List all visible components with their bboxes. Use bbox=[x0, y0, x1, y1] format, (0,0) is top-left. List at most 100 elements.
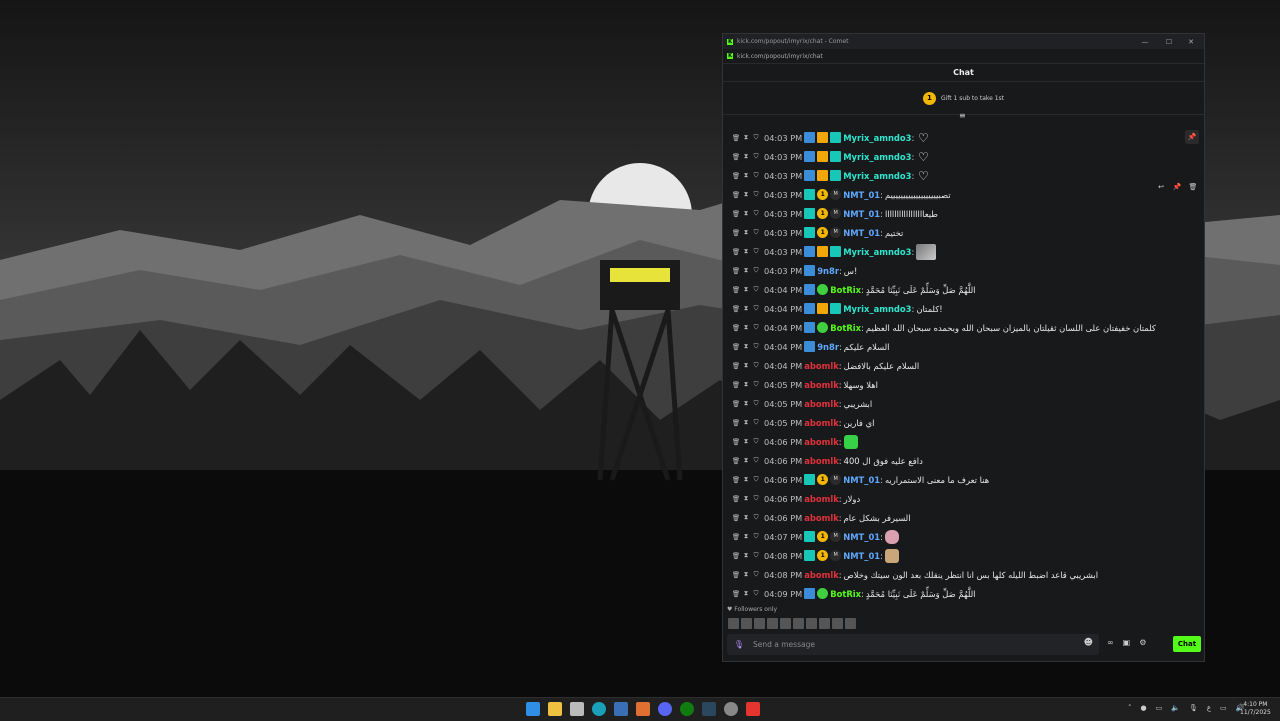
chat-message[interactable]: 🗑 ⧗ ⛉ 04:04 PM BotRix: اللَّهُمَّ صَلِّ وَسَل… bbox=[723, 280, 1193, 299]
message-list[interactable]: 🗑 ⧗ ⛉ 04:03 PM Myrix_amndo3: ♡ 🗑 ⧗ ⛉ 04:03 PM Myri… bbox=[723, 128, 1193, 608]
hourglass-icon[interactable]: ⧗ bbox=[741, 513, 751, 522]
hourglass-icon[interactable]: ⧗ bbox=[741, 475, 751, 484]
pin-message-icon[interactable]: 📌 bbox=[1170, 181, 1184, 193]
trash-icon[interactable]: 🗑 bbox=[731, 571, 741, 579]
hourglass-icon[interactable]: ⧗ bbox=[741, 171, 751, 180]
trash-icon[interactable]: 🗑 bbox=[731, 172, 741, 180]
message-username[interactable]: abomlk bbox=[804, 437, 839, 447]
emote-icon[interactable] bbox=[806, 618, 817, 629]
hourglass-icon[interactable]: ⧗ bbox=[741, 532, 751, 541]
shield-icon[interactable]: ⛉ bbox=[751, 152, 761, 161]
trash-icon[interactable]: 🗑 bbox=[731, 552, 741, 560]
hourglass-icon[interactable]: ⧗ bbox=[741, 494, 751, 503]
chat-message[interactable]: 🗑 ⧗ ⛉ 04:08 PM abomlk: ابشريبي قاعد اضبط اللي… bbox=[723, 565, 1193, 584]
emote-icon[interactable] bbox=[754, 618, 765, 629]
mic-icon[interactable]: 🎙 bbox=[733, 639, 745, 651]
trash-icon[interactable]: 🗑 bbox=[731, 457, 741, 465]
language-indicator[interactable]: ع bbox=[1207, 704, 1211, 712]
chat-message[interactable]: 🗑 ⧗ ⛉ 04:07 PM 1 M NMT_01: bbox=[723, 527, 1193, 546]
shield-icon[interactable]: ⛉ bbox=[751, 190, 761, 199]
emote-icon[interactable] bbox=[819, 618, 830, 629]
chat-message[interactable]: 🗑 ⧗ ⛉ 04:04 PM Myrix_amndo3: كلمتان! bbox=[723, 299, 1193, 318]
shield-icon[interactable]: ⛉ bbox=[751, 418, 761, 427]
message-username[interactable]: Myrix_amndo3 bbox=[843, 247, 911, 257]
shield-icon[interactable]: ⛉ bbox=[751, 361, 761, 370]
shield-icon[interactable]: ⛉ bbox=[751, 171, 761, 180]
trash-icon[interactable]: 🗑 bbox=[731, 400, 741, 408]
comet-browser-icon[interactable] bbox=[724, 702, 738, 716]
shield-icon[interactable]: ⛉ bbox=[751, 551, 761, 560]
hourglass-icon[interactable]: ⧗ bbox=[741, 285, 751, 294]
tray-app-icon[interactable]: ● bbox=[1141, 704, 1147, 712]
emote-icon[interactable] bbox=[793, 618, 804, 629]
close-button[interactable]: ✕ bbox=[1180, 34, 1202, 49]
start-icon[interactable] bbox=[526, 702, 540, 716]
shield-icon[interactable]: ⛉ bbox=[751, 456, 761, 465]
shield-icon[interactable]: ⛉ bbox=[751, 228, 761, 237]
hourglass-icon[interactable]: ⧗ bbox=[741, 456, 751, 465]
message-username[interactable]: 9n8r bbox=[817, 342, 839, 352]
hourglass-icon[interactable]: ⧗ bbox=[741, 361, 751, 370]
chat-message[interactable]: 🗑 ⧗ ⛉ 04:03 PM 1 M NMT_01: تصبييييييييييييييييي… bbox=[723, 185, 1193, 204]
message-username[interactable]: abomlk bbox=[804, 380, 839, 390]
shield-icon[interactable]: ⛉ bbox=[751, 494, 761, 503]
monitor-icon[interactable]: ▭ bbox=[1220, 704, 1227, 712]
chat-message[interactable]: 🗑 ⧗ ⛉ 04:04 PM abomlk: السلام عليكم بالافضل bbox=[723, 356, 1193, 375]
chat-message[interactable]: 🗑 ⧗ ⛉ 04:05 PM abomlk: اي فارين bbox=[723, 413, 1193, 432]
hourglass-icon[interactable]: ⧗ bbox=[741, 437, 751, 446]
chat-message[interactable]: 🗑 ⧗ ⛉ 04:09 PM BotRix: اللَّهُمَّ صَلِّ وَسَل… bbox=[723, 584, 1193, 603]
xbox-icon[interactable] bbox=[680, 702, 694, 716]
shield-icon[interactable]: ⛉ bbox=[751, 209, 761, 218]
gift-icon[interactable]: ▣ bbox=[1123, 638, 1131, 647]
chat-message[interactable]: 🗑 ⧗ ⛉ 04:03 PM Myrix_amndo3: bbox=[723, 242, 1193, 261]
trash-icon[interactable]: 🗑 bbox=[731, 153, 741, 161]
calendar-icon[interactable] bbox=[570, 702, 584, 716]
trash-icon[interactable]: 🗑 bbox=[731, 191, 741, 199]
shield-icon[interactable]: ⛉ bbox=[751, 513, 761, 522]
chat-message[interactable]: 🗑 ⧗ ⛉ 04:06 PM abomlk: دافع عليه فوق ال 400 bbox=[723, 451, 1193, 470]
trash-icon[interactable]: 🗑 bbox=[731, 286, 741, 294]
shield-icon[interactable]: ⛉ bbox=[751, 266, 761, 275]
trash-icon[interactable]: 🗑 bbox=[731, 495, 741, 503]
message-username[interactable]: NMT_01 bbox=[843, 209, 880, 219]
shield-icon[interactable]: ⛉ bbox=[751, 437, 761, 446]
shield-icon[interactable]: ⛉ bbox=[751, 133, 761, 142]
emote-icon[interactable] bbox=[767, 618, 778, 629]
chat-message[interactable]: 🗑 ⧗ ⛉ 04:04 PM BotRix: كلمتان خفيفتان على الل… bbox=[723, 318, 1193, 337]
message-username[interactable]: abomlk bbox=[804, 494, 839, 504]
chat-message[interactable]: 🗑 ⧗ ⛉ 04:04 PM 9n8r: السلام عليكم bbox=[723, 337, 1193, 356]
trash-icon[interactable]: 🗑 bbox=[731, 267, 741, 275]
shield-icon[interactable]: ⛉ bbox=[751, 475, 761, 484]
trash-icon[interactable]: 🗑 bbox=[731, 514, 741, 522]
trash-icon[interactable]: 🗑 bbox=[731, 210, 741, 218]
message-username[interactable]: NMT_01 bbox=[843, 190, 880, 200]
message-username[interactable]: NMT_01 bbox=[843, 475, 880, 485]
settings-gear-icon[interactable]: ⚙ bbox=[1139, 638, 1146, 647]
chat-message[interactable]: 🗑 ⧗ ⛉ 04:06 PM abomlk: السيرفر بشكل عام bbox=[723, 508, 1193, 527]
hourglass-icon[interactable]: ⧗ bbox=[741, 418, 751, 427]
shield-icon[interactable]: ⛉ bbox=[751, 323, 761, 332]
chat-message[interactable]: 🗑 ⧗ ⛉ 04:03 PM 1 M NMT_01: تختيم bbox=[723, 223, 1193, 242]
shield-icon[interactable]: ⛉ bbox=[751, 380, 761, 389]
message-username[interactable]: Myrix_amndo3 bbox=[843, 304, 911, 314]
app-icon[interactable] bbox=[636, 702, 650, 716]
chat-message[interactable]: 🗑 ⧗ ⛉ 04:05 PM abomlk: ابشريبي bbox=[723, 394, 1193, 413]
trash-icon[interactable]: 🗑 bbox=[731, 590, 741, 598]
emoji-icon[interactable]: ☻ bbox=[1084, 638, 1093, 648]
hourglass-icon[interactable]: ⧗ bbox=[741, 228, 751, 237]
brave-icon[interactable] bbox=[746, 702, 760, 716]
expand-chevron-icon[interactable]: ≡ bbox=[959, 111, 966, 120]
emote-icon[interactable] bbox=[728, 618, 739, 629]
trash-icon[interactable]: 🗑 bbox=[731, 305, 741, 313]
message-username[interactable]: BotRix bbox=[830, 323, 861, 333]
address-bar[interactable]: K kick.com/popout/imyrix/chat bbox=[723, 49, 1204, 64]
hourglass-icon[interactable]: ⧗ bbox=[741, 551, 751, 560]
taskbar-clock[interactable]: 4:10 PM 11/7/2025 bbox=[1240, 701, 1271, 717]
chat-message[interactable]: 🗑 ⧗ ⛉ 04:08 PM 1 M NMT_01: bbox=[723, 546, 1193, 565]
delete-icon[interactable]: 🗑 bbox=[1186, 181, 1200, 193]
message-username[interactable]: abomlk bbox=[804, 513, 839, 523]
trash-icon[interactable]: 🗑 bbox=[731, 419, 741, 427]
hourglass-icon[interactable]: ⧗ bbox=[741, 342, 751, 351]
message-username[interactable]: abomlk bbox=[804, 570, 839, 580]
message-username[interactable]: Myrix_amndo3 bbox=[843, 171, 911, 181]
